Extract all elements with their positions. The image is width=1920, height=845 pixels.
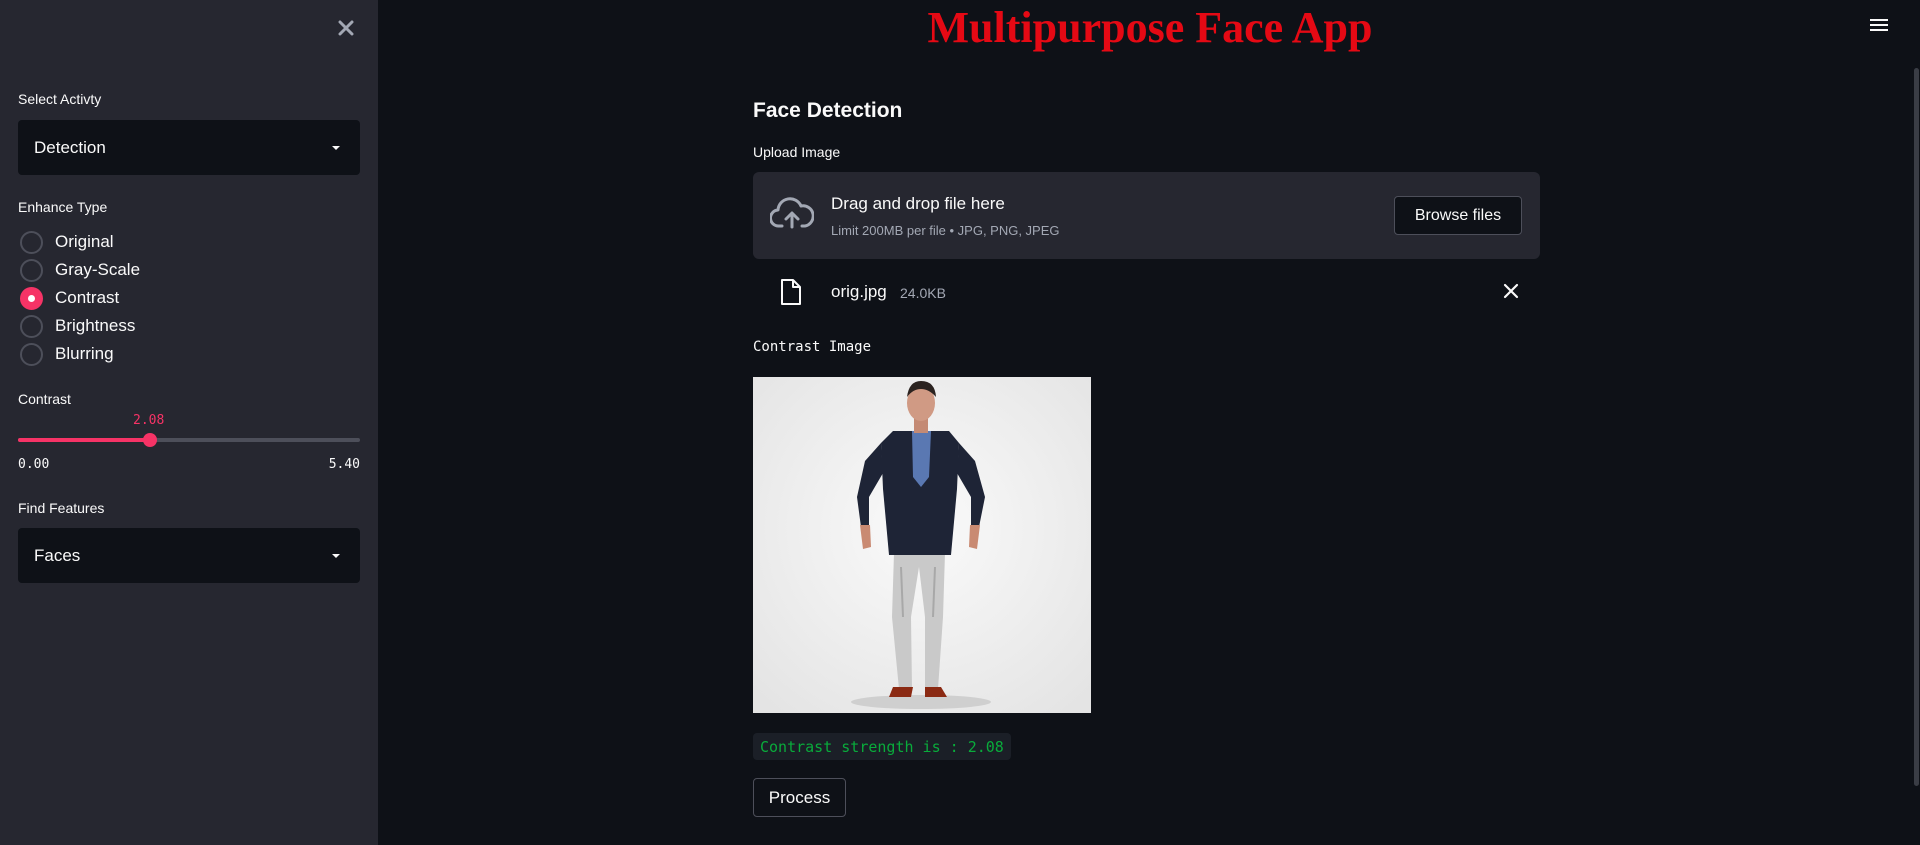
radio-original[interactable]: Original bbox=[20, 228, 140, 256]
process-button[interactable]: Process bbox=[753, 778, 846, 817]
radio-circle bbox=[20, 342, 43, 366]
app-title-text: Multipurpose Face App bbox=[927, 3, 1373, 52]
section-title: Face Detection bbox=[753, 99, 903, 122]
chevron-down-icon bbox=[332, 553, 340, 558]
radio-label: Brightness bbox=[55, 316, 136, 335]
file-name: orig.jpg bbox=[831, 282, 887, 301]
chevron-down-icon bbox=[332, 145, 340, 150]
contrast-slider-fill bbox=[18, 438, 150, 442]
file-icon bbox=[781, 279, 801, 305]
dropzone-title: Drag and drop file here bbox=[831, 194, 1005, 213]
upload-label: Upload Image bbox=[753, 144, 841, 160]
find-features-select-value: Faces bbox=[34, 545, 81, 565]
contrast-result-image bbox=[753, 377, 1091, 713]
find-features-label: Find Features bbox=[18, 500, 105, 516]
sidebar: Select Activty Detection Enhance Type Or… bbox=[0, 0, 378, 845]
activity-select-value: Detection bbox=[34, 137, 106, 157]
person-figure-illustration bbox=[753, 377, 1091, 713]
enhance-type-label: Enhance Type bbox=[18, 199, 108, 215]
radio-blurring[interactable]: Blurring bbox=[20, 340, 140, 368]
cloud-upload-icon bbox=[770, 197, 814, 229]
uploaded-file-row: orig.jpg 24.0KB bbox=[753, 270, 1540, 312]
radio-label: Blurring bbox=[55, 344, 114, 363]
activity-label: Select Activty bbox=[18, 91, 102, 107]
radio-gray-scale[interactable]: Gray-Scale bbox=[20, 256, 140, 284]
radio-label: Contrast bbox=[55, 288, 120, 307]
activity-select[interactable]: Detection bbox=[18, 120, 360, 175]
radio-circle bbox=[20, 230, 43, 254]
contrast-strength-output: Contrast strength is : 2.08 bbox=[753, 733, 1011, 760]
file-dropzone[interactable]: Drag and drop file here Limit 200MB per … bbox=[753, 172, 1540, 259]
radio-circle bbox=[20, 286, 43, 310]
main-scrollbar[interactable] bbox=[1914, 68, 1919, 786]
browse-files-button[interactable]: Browse files bbox=[1394, 196, 1522, 235]
enhance-type-radio-group: Original Gray-Scale Contrast Brightness … bbox=[20, 228, 140, 368]
contrast-slider-max: 5.40 bbox=[328, 457, 360, 472]
radio-label: Original bbox=[55, 232, 114, 251]
contrast-slider-min: 0.00 bbox=[18, 457, 50, 472]
radio-label: Gray-Scale bbox=[55, 260, 141, 279]
contrast-slider-label: Contrast bbox=[18, 391, 71, 407]
find-features-select[interactable]: Faces bbox=[18, 528, 360, 583]
radio-circle bbox=[20, 314, 43, 338]
main-menu-button[interactable] bbox=[1868, 16, 1890, 38]
dropzone-subtitle: Limit 200MB per file • JPG, PNG, JPEG bbox=[831, 223, 1060, 238]
contrast-slider-value: 2.08 bbox=[133, 413, 165, 428]
image-caption: Contrast Image bbox=[753, 339, 872, 355]
app-title: Multipurpose Face App bbox=[378, 2, 1920, 53]
radio-circle bbox=[20, 258, 43, 282]
radio-brightness[interactable]: Brightness bbox=[20, 312, 140, 340]
radio-contrast[interactable]: Contrast bbox=[20, 284, 140, 312]
remove-file-icon[interactable] bbox=[1500, 280, 1522, 302]
contrast-slider[interactable] bbox=[18, 433, 360, 447]
contrast-slider-thumb[interactable] bbox=[142, 433, 157, 447]
file-size: 24.0KB bbox=[900, 285, 946, 301]
close-sidebar-button[interactable] bbox=[332, 14, 360, 42]
hamburger-menu-icon bbox=[1868, 19, 1890, 31]
close-icon bbox=[338, 20, 354, 36]
